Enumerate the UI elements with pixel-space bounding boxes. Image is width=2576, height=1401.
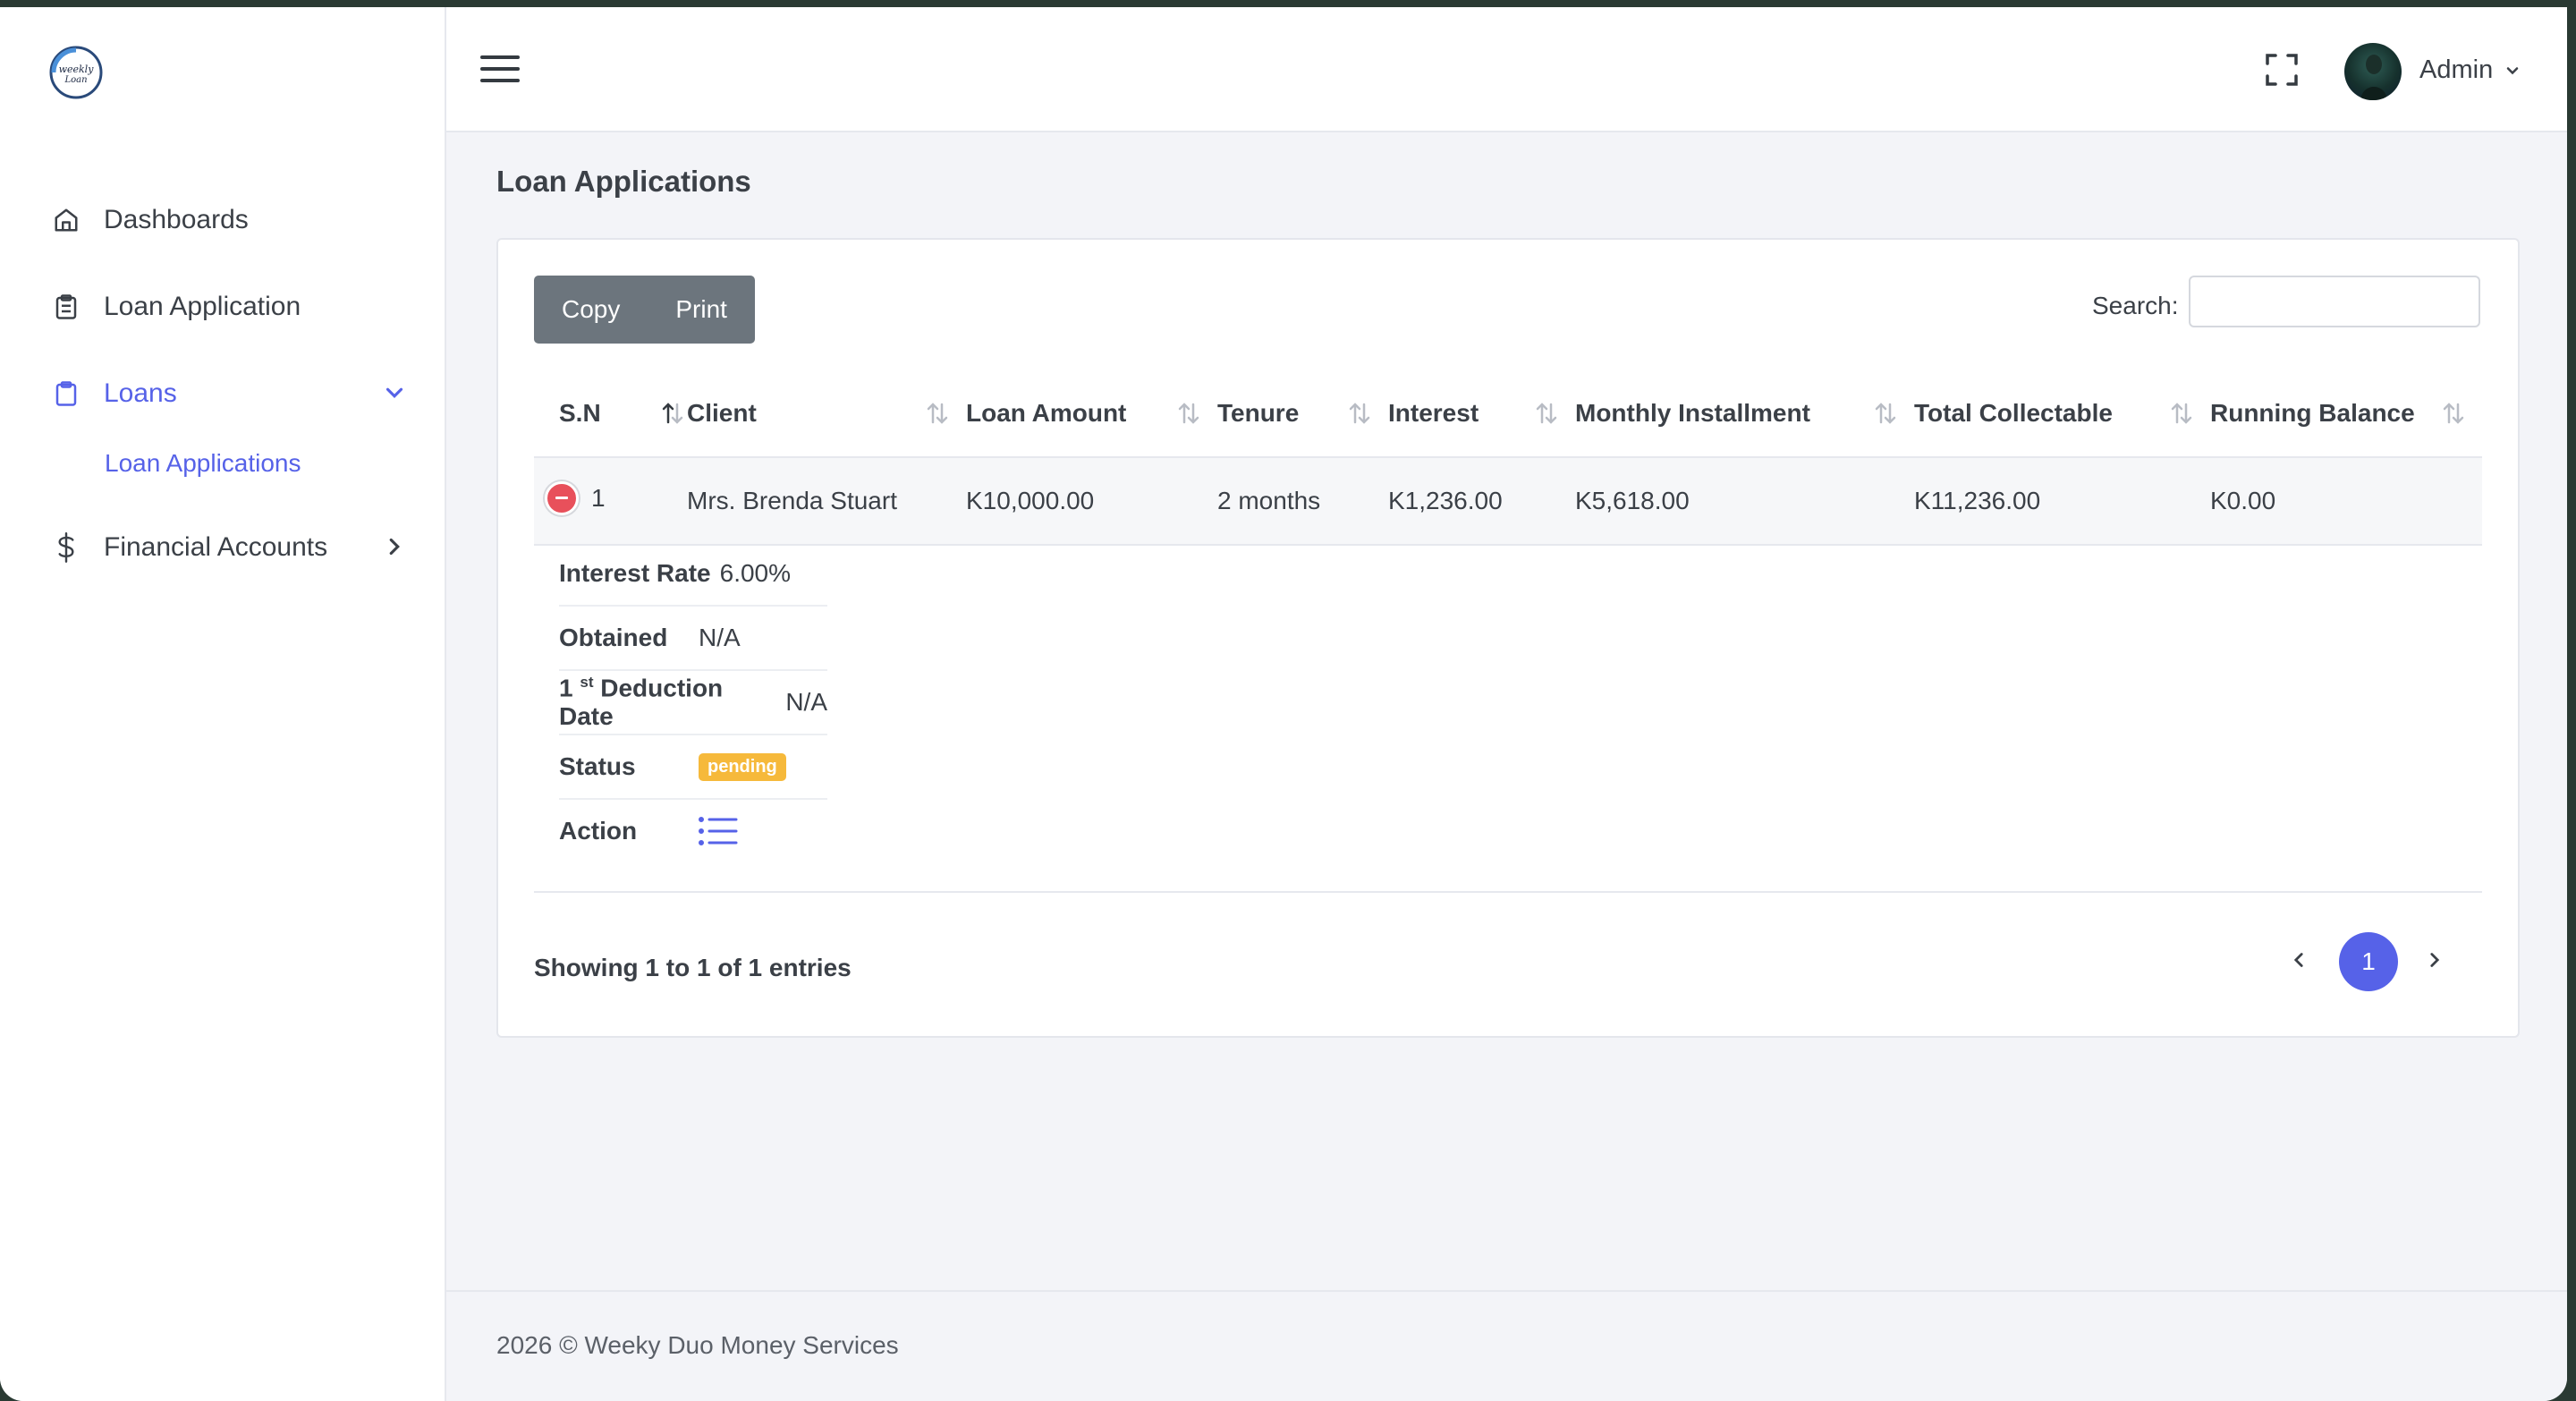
page-button-current[interactable]: 1 (2339, 932, 2398, 991)
sidebar: weekly Loan Dashboards Loan Application … (0, 7, 446, 1401)
search-label: Search: (2092, 292, 2179, 319)
cell-client: Mrs. Brenda Stuart (687, 457, 966, 546)
sort-icon (1875, 403, 1896, 424)
row-details: Interest Rate 6.00% Obtained N/A 1 st De… (559, 542, 827, 862)
loans-table: S.N Client Loan Amount Tenure Interest M… (534, 370, 2482, 546)
detail-action: Action (559, 800, 827, 862)
svg-text:weekly: weekly (59, 64, 95, 75)
sidebar-item-financial-accounts[interactable]: Financial Accounts (50, 521, 408, 574)
cell-total-collectable: K11,236.00 (1914, 457, 2210, 546)
detail-status: Status pending (559, 735, 827, 800)
sidebar-item-label: Dashboards (104, 205, 249, 234)
hamburger-menu-icon[interactable] (480, 54, 520, 84)
cell-tenure: 2 months (1217, 457, 1388, 546)
chevron-down-icon (386, 387, 403, 398)
top-bar: Admin (446, 7, 2567, 132)
detail-interest-rate: Interest Rate 6.00% (559, 542, 827, 607)
column-header-running-balance[interactable]: Running Balance (2210, 370, 2482, 458)
clipboard-icon (50, 378, 82, 410)
cell-loan-amount: K10,000.00 (966, 457, 1217, 546)
sort-asc-icon (662, 403, 683, 424)
export-button-group: Copy Print (534, 276, 755, 344)
footer: 2026 © Weeky Duo Money Services (446, 1290, 2567, 1401)
sidebar-item-dashboards[interactable]: Dashboards (50, 193, 408, 247)
table-info: Showing 1 to 1 of 1 entries (534, 954, 852, 981)
sidebar-item-loan-application[interactable]: Loan Application (50, 280, 408, 334)
list-action-icon[interactable] (699, 816, 738, 846)
loan-applications-card: Copy Print Search: S.N Client Loan Amoun… (496, 238, 2520, 1038)
dollar-icon (50, 531, 82, 564)
sidebar-item-label: Financial Accounts (104, 532, 328, 562)
print-button[interactable]: Print (648, 276, 755, 344)
column-header-sn[interactable]: S.N (534, 370, 687, 458)
search-input[interactable] (2189, 276, 2480, 327)
sort-icon (1178, 403, 1199, 424)
detail-deduction-date: 1 st Deduction Date N/A (559, 671, 827, 735)
sort-icon (1536, 403, 1557, 424)
clipboard-list-icon (50, 291, 82, 323)
sidebar-item-label: Loans (104, 378, 177, 408)
cell-interest: K1,236.00 (1388, 457, 1575, 546)
chevron-right-icon (389, 538, 400, 556)
column-header-loan-amount[interactable]: Loan Amount (966, 370, 1217, 458)
detail-obtained: Obtained N/A (559, 607, 827, 671)
copy-button[interactable]: Copy (534, 276, 648, 344)
home-icon (50, 204, 82, 236)
sort-icon (2171, 403, 2192, 424)
cell-running-balance: K0.00 (2210, 457, 2482, 546)
sidebar-item-label: Loan Application (104, 292, 301, 321)
sidebar-item-loans[interactable]: Loans (50, 367, 408, 420)
cell-monthly-installment: K5,618.00 (1575, 457, 1914, 546)
svg-text:Loan: Loan (64, 75, 87, 85)
page-title: Loan Applications (496, 165, 751, 198)
sidebar-subitem-loan-applications[interactable]: Loan Applications (105, 449, 301, 478)
divider (534, 891, 2482, 893)
table-header-row: S.N Client Loan Amount Tenure Interest M… (534, 370, 2482, 458)
column-header-tenure[interactable]: Tenure (1217, 370, 1388, 458)
collapse-row-button[interactable] (545, 480, 579, 515)
sort-icon (927, 403, 948, 424)
sort-icon (1349, 403, 1370, 424)
avatar[interactable] (2344, 43, 2402, 100)
chevron-down-icon (2506, 66, 2519, 74)
previous-page-icon[interactable] (2287, 948, 2310, 972)
column-header-interest[interactable]: Interest (1388, 370, 1575, 458)
app-window: weekly Loan Dashboards Loan Application … (0, 7, 2567, 1401)
cell-sn: 1 (534, 457, 687, 546)
column-header-client[interactable]: Client (687, 370, 966, 458)
table-row[interactable]: 1 Mrs. Brenda Stuart K10,000.00 2 months… (534, 457, 2482, 546)
column-header-monthly-installment[interactable]: Monthly Installment (1575, 370, 1914, 458)
sort-icon (2443, 403, 2464, 424)
status-badge: pending (699, 752, 786, 781)
fullscreen-icon[interactable] (2266, 54, 2298, 86)
user-name: Admin (2419, 55, 2494, 84)
weekly-loan-logo[interactable]: weekly Loan (47, 43, 106, 102)
user-menu[interactable]: Admin (2419, 55, 2521, 85)
footer-text: 2026 © Weeky Duo Money Services (496, 1331, 899, 1359)
next-page-icon[interactable] (2423, 948, 2446, 972)
column-header-total-collectable[interactable]: Total Collectable (1914, 370, 2210, 458)
